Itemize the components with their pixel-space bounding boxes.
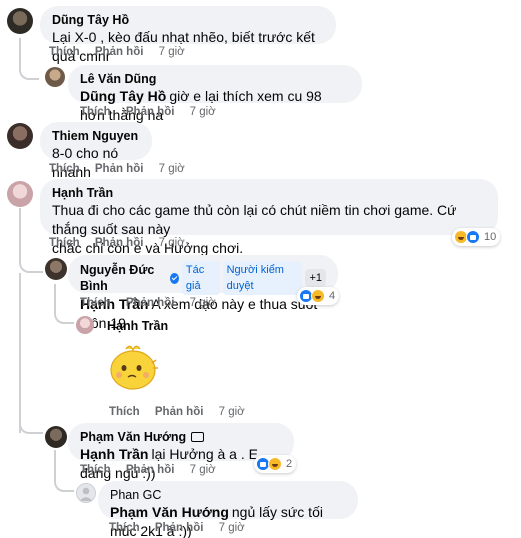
comment-bubble: Nguyễn Đức Bình Tác giả Người kiểm duyệt… bbox=[68, 255, 338, 331]
avatar[interactable] bbox=[76, 316, 94, 334]
comment-author[interactable]: Hạnh Trần bbox=[107, 318, 168, 334]
comment-text: Thua đi cho các game thủ còn lại có chút… bbox=[52, 202, 457, 237]
reactions-summary[interactable]: 10 bbox=[452, 228, 501, 246]
thread-line bbox=[19, 400, 43, 434]
comment-actions: Thích Phản hồi 7 giờ bbox=[49, 46, 185, 58]
comment-actions: Thích Phản hồi 7 giờ bbox=[49, 237, 185, 249]
like-button[interactable]: Thích bbox=[109, 406, 140, 418]
like-reaction-icon bbox=[466, 230, 480, 244]
reaction-count: 4 bbox=[329, 290, 336, 302]
like-button[interactable]: Thích bbox=[109, 522, 140, 534]
comment-author[interactable]: Nguyễn Đức Bình bbox=[80, 262, 167, 294]
comment-time[interactable]: 7 giờ bbox=[159, 46, 185, 58]
haha-reaction-icon bbox=[268, 457, 282, 471]
comment-time[interactable]: 7 giờ bbox=[219, 406, 245, 418]
reactions-summary[interactable]: 2 bbox=[254, 455, 297, 473]
avatar[interactable] bbox=[45, 258, 67, 280]
comment-time[interactable]: 7 giờ bbox=[159, 237, 185, 249]
comment-author[interactable]: Hạnh Trần bbox=[52, 185, 486, 201]
mention-link[interactable]: Dũng Tây Hồ bbox=[80, 88, 166, 104]
comment-actions: Thích Phản hồi 7 giờ bbox=[80, 297, 216, 309]
haha-reaction-icon bbox=[311, 289, 325, 303]
moderator-badge: Người kiểm duyệt bbox=[222, 261, 303, 295]
reply-button[interactable]: Phản hồi bbox=[95, 46, 144, 58]
like-button[interactable]: Thích bbox=[49, 237, 80, 249]
top-fan-badge-icon bbox=[191, 432, 205, 442]
verified-badge-icon bbox=[169, 272, 179, 284]
reaction-count: 2 bbox=[286, 458, 293, 470]
avatar[interactable] bbox=[76, 483, 96, 503]
avatar[interactable] bbox=[7, 181, 33, 207]
like-button[interactable]: Thích bbox=[49, 46, 80, 58]
comment-time[interactable]: 7 giờ bbox=[190, 464, 216, 476]
reply-button[interactable]: Phản hồi bbox=[155, 522, 204, 534]
thread-line bbox=[19, 38, 39, 80]
thread-line bbox=[54, 450, 74, 492]
comment-actions: Thích Phản hồi 7 giờ bbox=[109, 406, 245, 418]
comment-bubble: Phan GC Phạm Văn Hướng ngủ lấy sức tối mú… bbox=[98, 481, 358, 538]
avatar[interactable] bbox=[7, 8, 33, 34]
thread-line bbox=[54, 284, 74, 324]
like-button[interactable]: Thích bbox=[80, 106, 111, 118]
comment-author[interactable]: Phan GC bbox=[110, 487, 346, 503]
comment-actions: Thích Phản hồi 7 giờ bbox=[80, 106, 216, 118]
comment-author[interactable]: Thiem Nguyen bbox=[52, 128, 140, 144]
default-avatar-icon bbox=[79, 487, 93, 501]
comment-author[interactable]: Dũng Tây Hồ bbox=[52, 12, 324, 28]
comment-bubble: Dũng Tây Hồ Lại X-0 , kèo đấu nhạt nhẽo,… bbox=[40, 6, 336, 64]
comment-actions: Thích Phản hồi 7 giờ bbox=[80, 464, 216, 476]
reaction-count: 10 bbox=[484, 231, 497, 243]
avatar[interactable] bbox=[45, 67, 65, 87]
comment-actions: Thích Phản hồi 7 giờ bbox=[109, 522, 245, 534]
reactions-summary[interactable]: 4 bbox=[297, 287, 340, 305]
comment-bubble: Thiem Nguyen 8-0 cho nó nhanh bbox=[40, 122, 152, 180]
comment-bubble: Lê Văn Dũng Dũng Tây Hồ giờ e lại thích x… bbox=[68, 65, 362, 123]
comment-time[interactable]: 7 giờ bbox=[190, 106, 216, 118]
comment-time[interactable]: 7 giờ bbox=[219, 522, 245, 534]
reply-button[interactable]: Phản hồi bbox=[126, 297, 175, 309]
avatar[interactable] bbox=[45, 426, 67, 448]
author-badge: Tác giả bbox=[181, 261, 220, 295]
yellow-chick-sticker-icon bbox=[110, 345, 158, 390]
like-button[interactable]: Thích bbox=[80, 464, 111, 476]
mention-link[interactable]: Hạnh Trần bbox=[80, 446, 148, 462]
reply-button[interactable]: Phản hồi bbox=[126, 106, 175, 118]
like-button[interactable]: Thích bbox=[80, 297, 111, 309]
reply-button[interactable]: Phản hồi bbox=[95, 163, 144, 175]
reply-button[interactable]: Phản hồi bbox=[126, 464, 175, 476]
comment-time[interactable]: 7 giờ bbox=[159, 163, 185, 175]
comment-bubble: Hạnh Trần Thua đi cho các game thủ còn l… bbox=[40, 179, 498, 256]
avatar[interactable] bbox=[7, 123, 33, 149]
comment-author[interactable]: Phạm Văn Hướng bbox=[80, 429, 186, 445]
sticker-image[interactable] bbox=[104, 337, 162, 395]
reply-button[interactable]: Phản hồi bbox=[95, 237, 144, 249]
comment-actions: Thích Phản hồi 7 giờ bbox=[49, 163, 185, 175]
like-button[interactable]: Thích bbox=[49, 163, 80, 175]
comment-author[interactable]: Lê Văn Dũng bbox=[80, 71, 350, 87]
reply-button[interactable]: Phản hồi bbox=[155, 406, 204, 418]
comment-time[interactable]: 7 giờ bbox=[190, 297, 216, 309]
more-badges[interactable]: +1 bbox=[305, 269, 327, 287]
mention-link[interactable]: Phạm Văn Hướng bbox=[110, 504, 229, 520]
